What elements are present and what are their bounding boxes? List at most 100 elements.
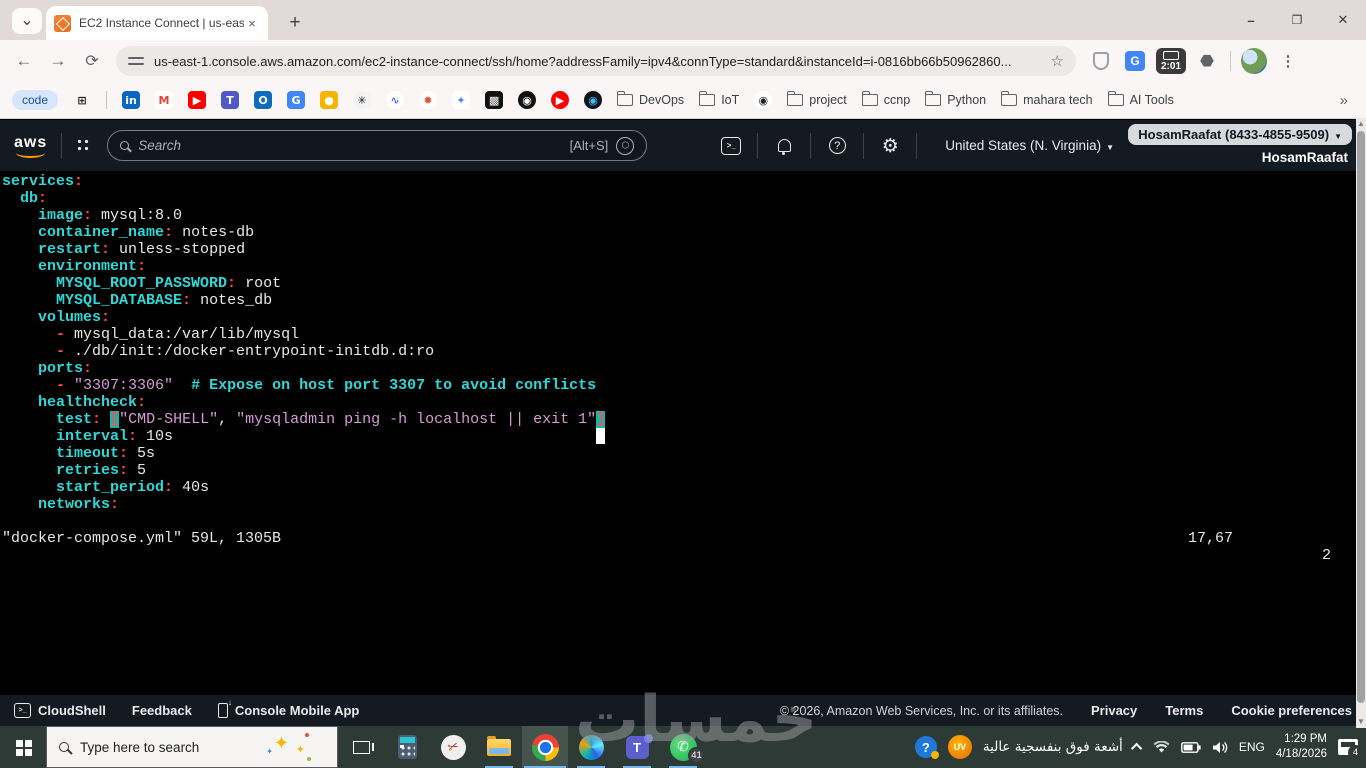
browser-tab[interactable]: EC2 Instance Connect | us-east- [46,6,268,40]
header-divider [863,132,865,159]
bookmark-Python[interactable]: Python [925,91,986,107]
whatsapp-app[interactable]: 41 [660,726,706,768]
forward-icon[interactable] [44,47,72,75]
teams-icon: T [625,733,653,759]
menu-kebab-icon[interactable] [1275,48,1301,74]
scroll-down-arrow[interactable] [1356,716,1366,728]
weather-text[interactable]: أشعة فوق بنفسجية عالية [983,739,1123,755]
vertical-scrollbar[interactable] [1356,118,1366,728]
help-button[interactable] [825,134,849,158]
snipping-tool-app[interactable] [430,726,476,768]
terminal-line: interval: 10s [2,428,1366,445]
mobile-app-label: Console Mobile App [234,703,360,718]
minimize-button[interactable] [1228,0,1274,40]
bookmark-gmail-icon[interactable]: M [155,91,174,109]
bookmark-ccnp[interactable]: ccnp [861,91,910,107]
terms-link[interactable]: Terms [1165,703,1203,718]
teams-app[interactable]: T [614,726,660,768]
restore-button[interactable] [1274,0,1320,40]
aws-logo[interactable]: aws [14,134,47,158]
bookmark-mahara tech[interactable]: mahara tech [1001,91,1093,107]
taskbar-search-input[interactable]: Type here to search ✦ ✦ ✦ [46,726,338,768]
calculator-app[interactable] [384,726,430,768]
bookmark-teams-icon[interactable]: T [221,91,240,109]
account-menu-button[interactable]: HosamRaafat (8433-4855-9509) [1128,124,1352,145]
bookmark-dark-eye-icon[interactable]: ◉ [584,91,603,109]
start-button[interactable] [0,726,46,768]
close-button[interactable] [1320,0,1366,40]
username-label: HosamRaafat [1261,150,1348,165]
photos-app[interactable] [568,726,614,768]
services-grid-icon[interactable] [76,138,92,153]
bookmark-apps-grid-icon[interactable]: ⊞ [73,91,91,109]
reload-icon[interactable] [78,47,106,75]
notifications-bell-button[interactable] [772,134,796,158]
uv-index-icon[interactable]: UV [947,735,972,759]
language-indicator[interactable]: ENG [1239,740,1265,754]
notification-center-icon[interactable]: 4 [1338,739,1363,760]
task-view-button[interactable] [338,726,384,768]
bookmark-DevOps[interactable]: DevOps [617,91,684,107]
file-explorer-app[interactable] [476,726,522,768]
help-tray-icon[interactable] [914,736,939,759]
bookmark-linkedin-icon[interactable]: in [122,91,141,109]
translate-extension-icon[interactable]: G [1122,48,1148,74]
region-selector[interactable]: United States (N. Virginia) [945,138,1114,153]
wifi-icon[interactable] [1153,740,1170,754]
new-tab-button[interactable] [282,10,308,36]
notification-badge: 4 [1348,745,1363,760]
bookmark-dark-app-icon[interactable]: ▩ [485,91,504,109]
bookmark-deepseek-icon[interactable]: ∿ [386,91,405,109]
address-bar[interactable]: us-east-1.console.aws.amazon.com/ec2-ins… [116,46,1076,76]
extensions-puzzle-icon[interactable] [1194,48,1220,74]
adblock-extension-icon[interactable] [1088,48,1114,74]
bookmark-globe-icon[interactable]: ◉ [754,91,773,109]
aws-search-input[interactable]: Search [Alt+S] [107,130,648,161]
bookmark-outlook-icon[interactable]: O [254,91,273,109]
tab-close-icon[interactable] [244,15,260,31]
bookmark-star-icon[interactable] [1051,52,1064,70]
terminal-line: retries: 5 [56,462,147,479]
feedback-label: Feedback [131,703,192,718]
battery-icon[interactable] [1180,741,1201,753]
bookmark-keep-icon[interactable]: ● [320,91,339,109]
tray-expand-chevron-icon[interactable] [1130,742,1143,755]
scroll-up-arrow[interactable] [1356,118,1366,130]
bookmarks-items: code ⊞ in M ▶ T O G ● ✳ ∿ ✹ ✦ ▩ ◉ ▶ ◉ DevOps IoT ◉ project cc… [12,90,1334,110]
profile-avatar[interactable] [1241,48,1267,74]
bookmark-youtube-icon[interactable]: ▶ [188,91,207,109]
footer-mobile-app-link[interactable]: Console Mobile App [217,698,360,718]
terminal-line: image: mysql:8.0 [38,207,183,224]
bookmark-chatgpt-icon[interactable]: ✳ [353,91,372,109]
bookmark-gemini-icon[interactable]: ✦ [452,91,471,109]
timer-extension-badge[interactable]: 2:01 [1156,48,1186,74]
back-icon[interactable] [10,47,38,75]
shield-icon [1093,52,1109,70]
chrome-app[interactable] [522,726,568,768]
bookmark-code[interactable]: code [12,90,59,110]
terminal-line: - mysql_data:/var/lib/mysql [56,326,300,343]
bookmark-translate-icon[interactable]: G [287,91,306,109]
speaker-icon[interactable] [1212,741,1228,754]
bookmark-podcast-icon[interactable]: ◉ [518,91,537,109]
bookmark-IoT[interactable]: IoT [699,91,739,107]
bookmark-youtube-music-icon[interactable]: ▶ [551,91,570,109]
region-label: United States (N. Virginia) [945,138,1102,153]
settings-gear-icon[interactable] [878,134,902,158]
bookmarks-overflow-icon[interactable] [1334,92,1354,109]
terminal-line: test: ["CMD-SHELL", "mysqladmin ping -h … [56,411,606,428]
ec2-terminal[interactable]: services: db: image: mysql:8.0 container… [0,171,1366,695]
clock[interactable]: 1:29 PM 4/18/2026 [1276,732,1327,762]
bookmark-AI Tools[interactable]: AI Tools [1107,91,1174,107]
privacy-link[interactable]: Privacy [1091,703,1137,718]
header-divider [810,132,812,159]
bookmark-project[interactable]: project [787,91,847,107]
bookmark-claude-icon[interactable]: ✹ [419,91,438,109]
cloudshell-header-button[interactable] [719,134,743,158]
site-settings-icon[interactable] [128,54,144,68]
cookie-preferences-link[interactable]: Cookie preferences [1231,703,1352,718]
scrollbar-thumb[interactable] [1357,131,1365,703]
tab-search-button[interactable] [12,8,42,34]
footer-feedback-link[interactable]: Feedback [132,703,192,718]
footer-cloudshell-button[interactable]: CloudShell [14,703,106,718]
